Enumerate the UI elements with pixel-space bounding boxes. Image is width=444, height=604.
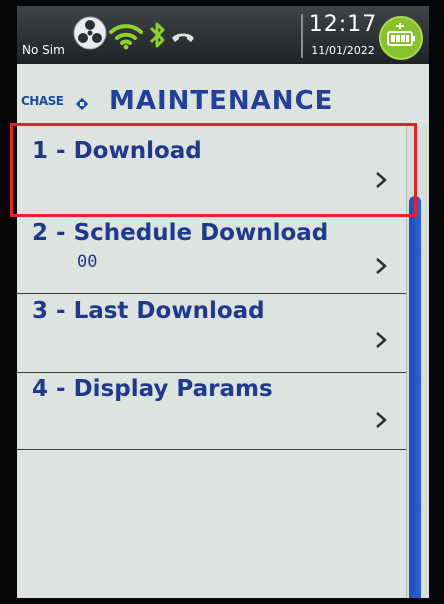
menu-item-last-download[interactable]: 3 - Last Download: [17, 294, 407, 373]
clock-time: 12:17: [308, 12, 378, 37]
menu-item-display-params[interactable]: 4 - Display Params: [17, 373, 407, 450]
selection-highlight: [10, 123, 417, 217]
brand-logo-text: CHASE: [21, 94, 64, 108]
battery-icon: [379, 16, 423, 60]
bluetooth-icon: [148, 20, 166, 54]
menu-item-schedule-download[interactable]: 2 - Schedule Download 00: [17, 216, 407, 294]
menu-item-label: 3 - Last Download: [32, 298, 265, 324]
chase-logo-icon: [75, 95, 89, 114]
terminal-screen: No Sim 12:17 11/01/2022 CHASE MAINTENANC…: [17, 6, 429, 598]
phone-icon: [170, 30, 196, 50]
page-title: MAINTENANCE: [109, 86, 334, 116]
menu-item-value: 00: [77, 252, 98, 272]
chevron-right-icon: [373, 256, 389, 276]
sim-status: No Sim: [22, 43, 65, 57]
scrollbar-thumb[interactable]: [409, 196, 421, 598]
status-bar: No Sim 12:17 11/01/2022: [17, 6, 429, 64]
chevron-right-icon: [373, 330, 389, 350]
clock-date: 11/01/2022: [311, 44, 375, 57]
wifi-icon: [109, 22, 143, 54]
network-icon: [73, 16, 107, 54]
menu-item-label: 4 - Display Params: [32, 376, 273, 402]
status-divider: [301, 14, 303, 58]
menu-item-label: 2 - Schedule Download: [32, 220, 329, 246]
chevron-right-icon: [373, 410, 389, 430]
